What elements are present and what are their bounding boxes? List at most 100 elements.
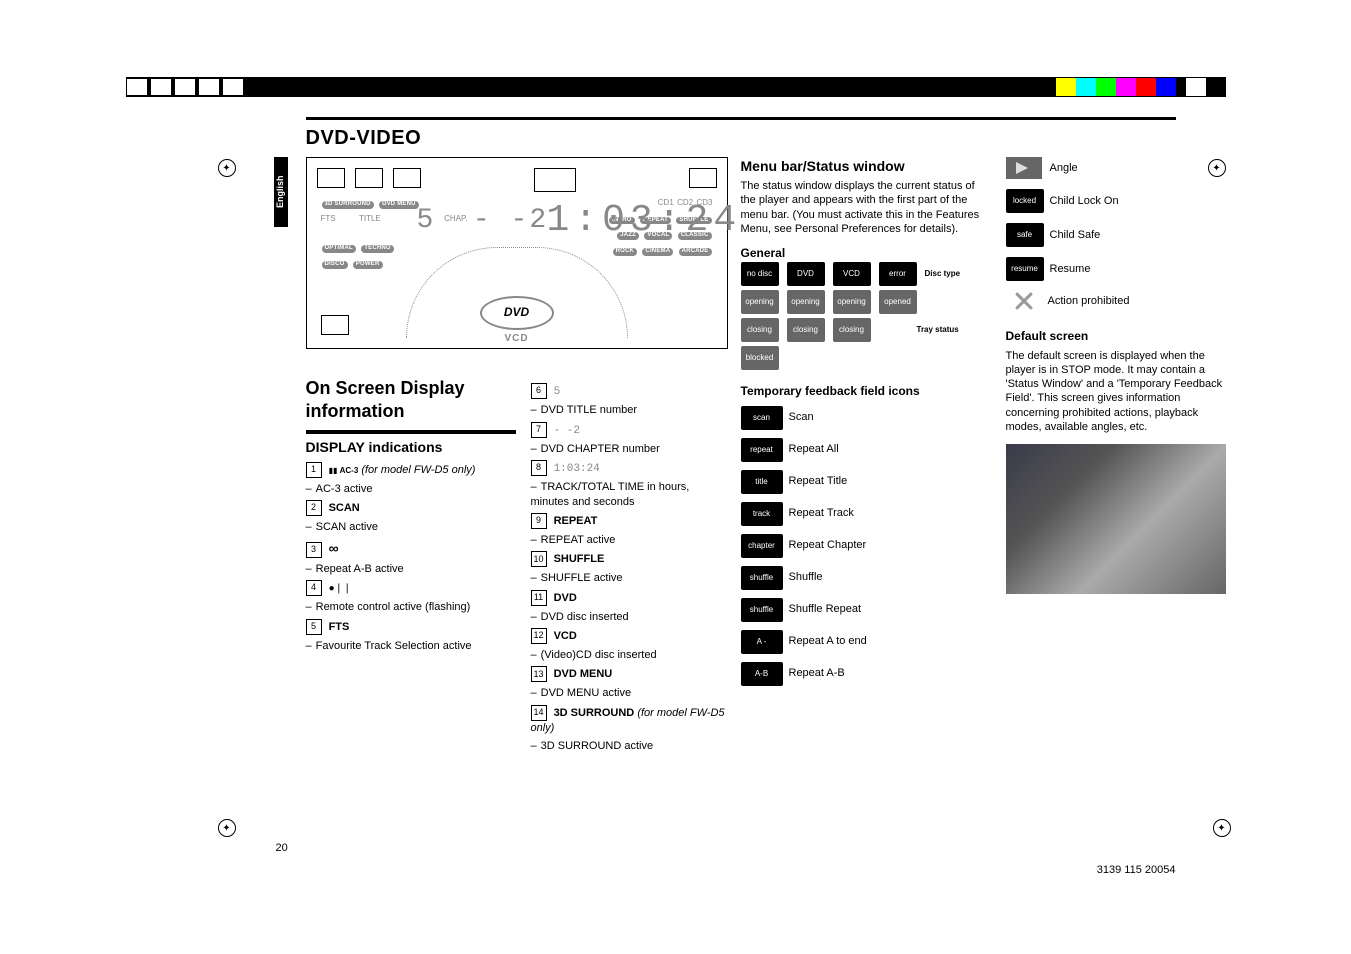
badge-closing-3: closing xyxy=(833,318,871,342)
default-heading: Default screen xyxy=(1006,329,1236,345)
column-right-2: Angle lockedChild Lock On safe Child Safe re… xyxy=(1006,157,1236,594)
feedback-badge-icon: chapter xyxy=(741,534,783,558)
label-tray-status: Tray status xyxy=(917,325,959,335)
feedback-badge-icon: shuffle xyxy=(741,566,783,590)
right-icon-item: lockedChild Lock On xyxy=(1006,189,1236,213)
label-disc-type: Disc type xyxy=(925,269,961,279)
item-4-sub: Remote control active (flashing) xyxy=(316,601,471,613)
item-num-1: 1 xyxy=(306,462,322,478)
right-icon-item: Angle xyxy=(1006,157,1236,179)
item-num-13: 13 xyxy=(531,666,547,682)
item-9-sub: REPEAT active xyxy=(541,534,616,546)
label-fts: FTS xyxy=(321,214,336,223)
pill-cinema: CINEMA xyxy=(642,248,673,256)
language-tab: English xyxy=(274,157,288,227)
pill-dvd-menu: DVD MENU xyxy=(379,201,419,209)
dvd-logo-icon: DVD xyxy=(480,296,554,330)
feedback-badge-icon: track xyxy=(741,502,783,526)
menu-bar-text: The status window displays the current s… xyxy=(741,179,991,236)
display-indications-heading: DISPLAY indications xyxy=(306,430,516,456)
feedback-badge-icon: shuffle xyxy=(741,598,783,622)
badge-closing-1: closing xyxy=(741,318,779,342)
feedback-item: chapter Repeat Chapter xyxy=(741,534,991,558)
item-9-top: REPEAT xyxy=(554,515,598,527)
badge-opening-3: opening xyxy=(833,290,871,314)
default-text: The default screen is displayed when the… xyxy=(1006,349,1236,435)
column-left: On Screen Display information DISPLAY in… xyxy=(306,377,516,657)
pill-arcade: ARCADE xyxy=(679,248,712,256)
item-2-sub: SCAN active xyxy=(316,521,378,533)
left-list: 1 ▮▮ AC-3 (for model FW-D5 only) –AC-3 a… xyxy=(306,462,516,653)
status-badge-icon: resume xyxy=(1006,257,1044,281)
registration-mark-icon: ✦ xyxy=(218,159,236,177)
item-8-sub: TRACK/TOTAL TIME in hours, minutes and s… xyxy=(531,481,690,507)
item-10-sub: SHUFFLE active xyxy=(541,572,623,584)
item-num-12: 12 xyxy=(531,628,547,644)
item-num-2: 2 xyxy=(306,500,322,516)
badge-no-disc: no disc xyxy=(741,262,779,286)
seg-6: 5 xyxy=(554,386,561,398)
item-12-top: VCD xyxy=(554,630,577,642)
item-5-sub: Favourite Track Selection active xyxy=(316,640,472,652)
title-divider xyxy=(306,117,1176,120)
feedback-item: A-B Repeat A-B xyxy=(741,662,991,686)
badge-closing-2: closing xyxy=(787,318,825,342)
item-2-top: SCAN xyxy=(329,502,360,514)
feedback-item: A -Repeat A to end xyxy=(741,630,991,654)
default-screen-image xyxy=(1006,444,1226,594)
right-icon-label: Child Lock On xyxy=(1050,194,1119,208)
item-1-sub: AC-3 active xyxy=(316,483,373,495)
badge-opened: opened xyxy=(879,290,917,314)
item-12-sub: (Video)CD disc inserted xyxy=(541,649,657,661)
item-num-3: 3 xyxy=(306,542,322,558)
mid-list: 6 5 –DVD TITLE number 7 - -2 –DVD CHAPTE… xyxy=(531,383,731,753)
item-3-sub: Repeat A-B active xyxy=(316,563,404,575)
feedback-label: Repeat A to end xyxy=(789,634,867,648)
prohibited-icon xyxy=(1014,291,1034,311)
item-5-top: FTS xyxy=(329,620,350,632)
right-icon-label: Child Safe xyxy=(1050,228,1101,242)
registration-mark-icon: ✦ xyxy=(218,819,236,837)
right-icon-item: resume Resume xyxy=(1006,257,1236,281)
pill-optimal: OPTIMAL xyxy=(322,245,356,253)
feedback-label: Shuffle Repeat xyxy=(789,602,862,616)
page-number: 20 xyxy=(276,841,288,855)
item-num-6: 6 xyxy=(531,383,547,399)
right-icon-item: Action prohibited xyxy=(1006,291,1236,311)
seg-time: 1:03:24 xyxy=(547,196,742,245)
feedback-badge-icon: A-B xyxy=(741,662,783,686)
feedback-label: Repeat Chapter xyxy=(789,538,867,552)
color-boxes-left xyxy=(126,78,246,96)
general-heading: General xyxy=(741,246,991,262)
item-11-top: DVD xyxy=(554,592,577,604)
item-num-4: 4 xyxy=(306,580,322,596)
item-num-5: 5 xyxy=(306,619,322,635)
display-panel-diagram: 3D SURROUND DVD MENU FTS TITLE CHAP. CD1… xyxy=(306,157,728,349)
pill-3d-surround: 3D SURROUND xyxy=(322,201,374,209)
registration-mark-icon: ✦ xyxy=(1208,159,1226,177)
pill-rock: ROCK xyxy=(613,248,637,256)
feedback-label: Repeat A-B xyxy=(789,666,845,680)
pill-power: POWER xyxy=(353,261,383,269)
right-icon-label: Resume xyxy=(1050,262,1091,276)
feedback-label: Repeat Track xyxy=(789,506,854,520)
feedback-list: scanScanrepeatRepeat AlltitleRepeat Titl… xyxy=(741,406,991,686)
page-title: DVD-VIDEO xyxy=(306,125,422,151)
seg-title-chap: 5 - -2 xyxy=(417,203,549,239)
angle-icon xyxy=(1006,157,1042,179)
item-13-sub: DVD MENU active xyxy=(541,687,631,699)
menu-bar-heading: Menu bar/Status window xyxy=(741,157,991,175)
badge-opening-2: opening xyxy=(787,290,825,314)
item-7-sub: DVD CHAPTER number xyxy=(541,443,660,455)
feedback-heading: Temporary feedback field icons xyxy=(741,384,991,400)
right-icon-label: Action prohibited xyxy=(1048,294,1130,308)
feedback-badge-icon: repeat xyxy=(741,438,783,462)
infinity-icon: ∞ xyxy=(329,540,337,556)
item-14-top: 3D SURROUND xyxy=(554,707,635,719)
badge-dvd: DVD xyxy=(787,262,825,286)
badge-error: error xyxy=(879,262,917,286)
item-num-9: 9 xyxy=(531,513,547,529)
feedback-item: track Repeat Track xyxy=(741,502,991,526)
item-num-8: 8 xyxy=(531,460,547,476)
status-badge-icon: safe xyxy=(1006,223,1044,247)
